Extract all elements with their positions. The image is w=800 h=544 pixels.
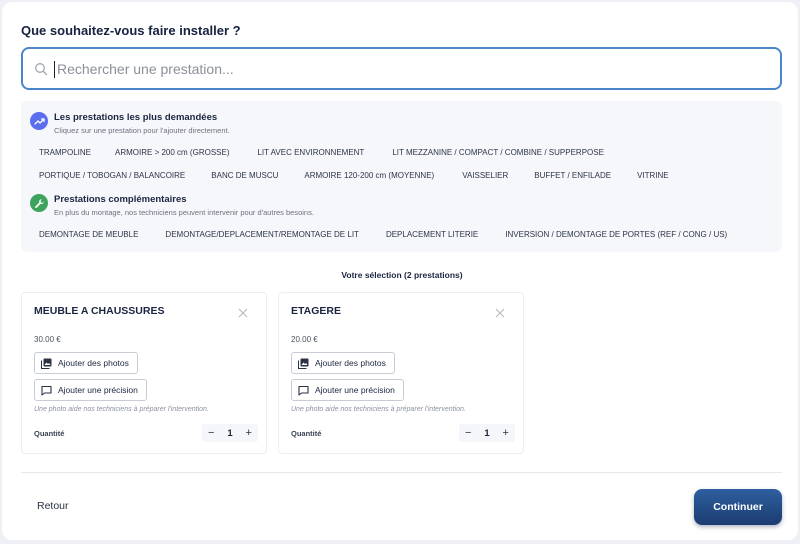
quantity-value: 1 (484, 427, 490, 439)
item-name: MEUBLE A CHAUSSURES (34, 305, 165, 317)
suggestions-panel: Les prestations les plus demandées Cliqu… (21, 101, 782, 252)
selection-title: Votre sélection (2 prestations) (341, 270, 463, 280)
complementary-subtitle: En plus du montage, nos techniciens peuv… (54, 208, 314, 217)
install-card: Que souhaitez-vous faire installer ? Rec… (2, 2, 798, 540)
back-link[interactable]: Retour (37, 500, 69, 512)
photo-hint: Une photo aide nos techniciens à prépare… (291, 406, 466, 413)
comment-icon (298, 385, 309, 396)
popular-title: Les prestations les plus demandées (54, 112, 218, 123)
continue-button[interactable]: Continuer (694, 489, 782, 525)
chip-buffet[interactable]: BUFFET / ENFILADE (525, 167, 620, 184)
add-photos-label: Ajouter des photos (315, 358, 386, 368)
quantity-label: Quantité (34, 429, 65, 438)
chip-trampoline[interactable]: TRAMPOLINE (30, 144, 100, 161)
chip-armoire-grosse[interactable]: ARMOIRE > 200 cm (GROSSE) (106, 144, 238, 161)
chip-deplacement-literie[interactable]: DEPLACEMENT LITERIE (377, 226, 487, 243)
chip-demontage-meuble[interactable]: DEMONTAGE DE MEUBLE (30, 226, 147, 243)
popular-chips-row-1: TRAMPOLINE ARMOIRE > 200 cm (GROSSE) LIT… (30, 144, 617, 161)
add-precision-button[interactable]: Ajouter une précision (291, 379, 404, 401)
chip-lit-mezzanine[interactable]: LIT MEZZANINE / COMPACT / COMBINE / SUPP… (383, 144, 613, 161)
trending-up-icon (30, 112, 48, 130)
wrench-icon (30, 194, 48, 212)
image-icon (298, 358, 309, 369)
popular-chips-row-2: PORTIQUE / TOBOGAN / BALANCOIRE BANC DE … (30, 167, 682, 184)
comment-icon (41, 385, 52, 396)
increment-button[interactable]: + (503, 427, 509, 439)
quantity-label: Quantité (291, 429, 322, 438)
complementary-chips: DEMONTAGE DE MEUBLE DEMONTAGE/DEPLACEMEN… (30, 226, 740, 243)
chip-inversion-portes[interactable]: INVERSION / DEMONTAGE DE PORTES (REF / C… (496, 226, 736, 243)
close-icon[interactable] (495, 308, 505, 318)
image-icon (41, 358, 52, 369)
text-caret (54, 61, 55, 78)
decrement-button[interactable]: − (465, 427, 471, 439)
item-name: ETAGERE (291, 305, 341, 317)
quantity-value: 1 (227, 427, 233, 439)
add-photos-button[interactable]: Ajouter des photos (291, 352, 395, 374)
quantity-stepper: − 1 + (202, 424, 258, 442)
add-precision-label: Ajouter une précision (315, 385, 395, 395)
chip-vitrine[interactable]: VITRINE (628, 167, 678, 184)
search-input[interactable]: Rechercher une prestation... (57, 61, 234, 77)
chip-lit-environnement[interactable]: LIT AVEC ENVIRONNEMENT (248, 144, 373, 161)
item-price: 30.00 € (34, 335, 61, 344)
item-price: 20.00 € (291, 335, 318, 344)
add-precision-button[interactable]: Ajouter une précision (34, 379, 147, 401)
selected-item-card: ETAGERE 20.00 € Ajouter des photos Ajout… (278, 292, 524, 454)
add-photos-label: Ajouter des photos (58, 358, 129, 368)
close-icon[interactable] (238, 308, 248, 318)
quantity-stepper: − 1 + (459, 424, 515, 442)
chip-armoire-moyenne[interactable]: ARMOIRE 120-200 cm (MOYENNE) (295, 167, 443, 184)
chip-demontage-lit[interactable]: DEMONTAGE/DEPLACEMENT/REMONTAGE DE LIT (156, 226, 368, 243)
footer-divider (21, 472, 782, 473)
chip-banc-muscu[interactable]: BANC DE MUSCU (202, 167, 287, 184)
chip-portique[interactable]: PORTIQUE / TOBOGAN / BALANCOIRE (30, 167, 194, 184)
chip-vaisselier[interactable]: VAISSELIER (453, 167, 517, 184)
increment-button[interactable]: + (246, 427, 252, 439)
popular-subtitle: Cliquez sur une prestation pour l'ajoute… (54, 126, 230, 135)
selected-item-card: MEUBLE A CHAUSSURES 30.00 € Ajouter des … (21, 292, 267, 454)
search-field[interactable]: Rechercher une prestation... (21, 47, 782, 90)
add-photos-button[interactable]: Ajouter des photos (34, 352, 138, 374)
add-precision-label: Ajouter une précision (58, 385, 138, 395)
page-title: Que souhaitez-vous faire installer ? (21, 23, 241, 38)
complementary-title: Prestations complémentaires (54, 194, 187, 205)
photo-hint: Une photo aide nos techniciens à prépare… (34, 406, 209, 413)
decrement-button[interactable]: − (208, 427, 214, 439)
search-icon (35, 63, 48, 76)
